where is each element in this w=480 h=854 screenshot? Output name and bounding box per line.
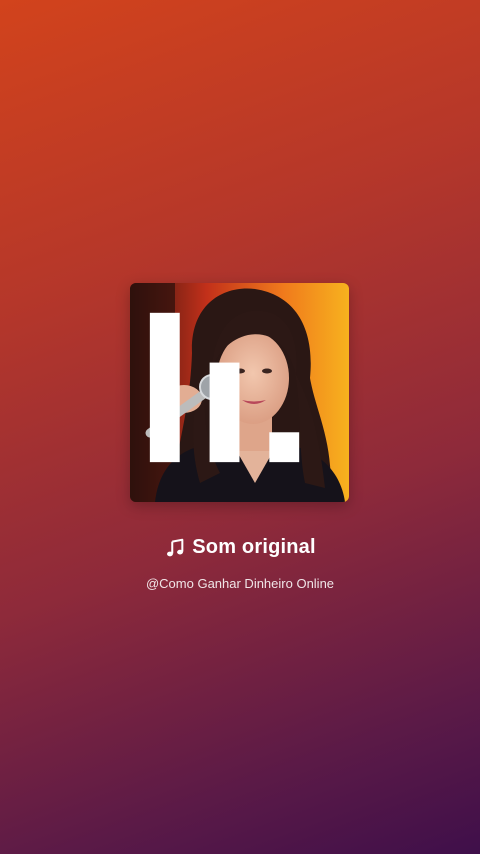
audio-title: Som original (192, 536, 316, 558)
music-note-icon (167, 538, 184, 556)
reels-bars-icon (149, 312, 300, 463)
audio-author-link[interactable]: @Como Ganhar Dinheiro Online (0, 576, 480, 591)
audio-title-row: Som original (0, 536, 480, 559)
audio-cover-image[interactable] (130, 283, 349, 502)
